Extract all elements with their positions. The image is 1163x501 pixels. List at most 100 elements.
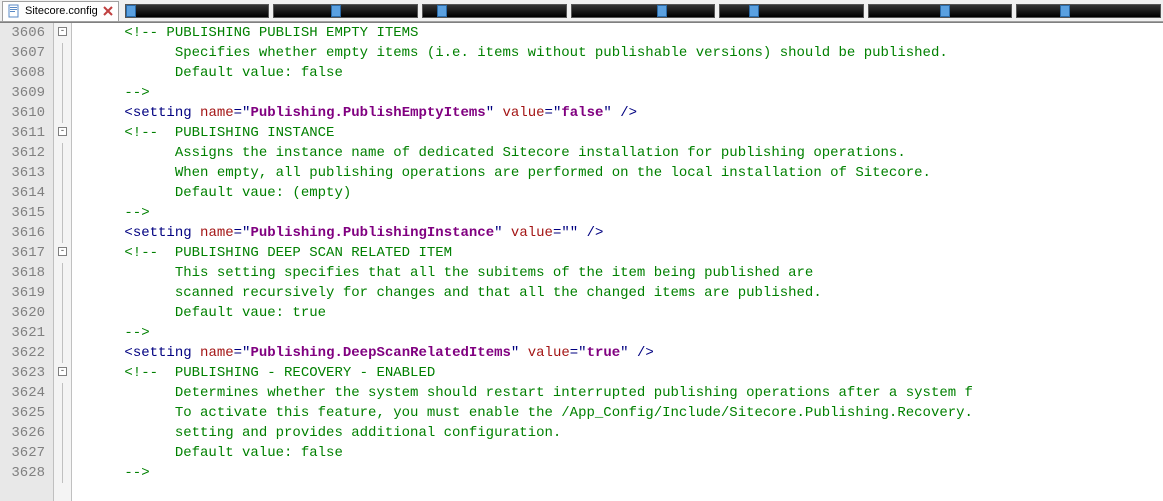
editor: 3606360736083609361036113612361336143615…	[0, 22, 1163, 501]
code-line[interactable]: -->	[74, 323, 1163, 343]
fold-guide	[62, 343, 63, 363]
tab-bar: Sitecore.config	[0, 0, 1163, 22]
code-line[interactable]: <setting name="Publishing.PublishEmptyIt…	[74, 103, 1163, 123]
file-tab[interactable]: Sitecore.config	[2, 1, 119, 21]
document-map[interactable]	[123, 1, 1163, 21]
fold-guide	[62, 403, 63, 423]
code-line[interactable]: <!-- PUBLISHING PUBLISH EMPTY ITEMS	[74, 23, 1163, 43]
fold-marker	[54, 203, 71, 223]
tab-filename: Sitecore.config	[25, 5, 98, 17]
line-number: 3611	[0, 123, 45, 143]
line-number: 3615	[0, 203, 45, 223]
code-line[interactable]: -->	[74, 83, 1163, 103]
line-number: 3617	[0, 243, 45, 263]
line-number: 3609	[0, 83, 45, 103]
line-number: 3618	[0, 263, 45, 283]
line-number: 3606	[0, 23, 45, 43]
line-number: 3610	[0, 103, 45, 123]
code-line[interactable]: setting and provides additional configur…	[74, 423, 1163, 443]
code-line[interactable]: scanned recursively for changes and that…	[74, 283, 1163, 303]
code-line[interactable]: To activate this feature, you must enabl…	[74, 403, 1163, 423]
fold-marker	[54, 343, 71, 363]
line-number: 3621	[0, 323, 45, 343]
line-number: 3614	[0, 183, 45, 203]
line-number: 3612	[0, 143, 45, 163]
line-number: 3619	[0, 283, 45, 303]
fold-marker	[54, 443, 71, 463]
line-number: 3626	[0, 423, 45, 443]
fold-marker[interactable]: -	[54, 123, 71, 143]
fold-marker	[54, 463, 71, 483]
fold-marker	[54, 263, 71, 283]
fold-guide	[62, 163, 63, 183]
fold-marker	[54, 163, 71, 183]
file-icon	[7, 4, 21, 18]
fold-collapse-icon[interactable]: -	[58, 367, 67, 376]
code-line[interactable]: <!-- PUBLISHING INSTANCE	[74, 123, 1163, 143]
fold-guide	[62, 223, 63, 243]
code-line[interactable]: <!-- PUBLISHING - RECOVERY - ENABLED	[74, 363, 1163, 383]
fold-marker	[54, 303, 71, 323]
fold-marker	[54, 183, 71, 203]
fold-guide	[62, 423, 63, 443]
fold-collapse-icon[interactable]: -	[58, 247, 67, 256]
fold-guide	[62, 183, 63, 203]
fold-marker	[54, 103, 71, 123]
fold-marker	[54, 323, 71, 343]
fold-marker	[54, 63, 71, 83]
code-line[interactable]: Default value: false	[74, 443, 1163, 463]
code-line[interactable]: When empty, all publishing operations ar…	[74, 163, 1163, 183]
fold-marker[interactable]: -	[54, 23, 71, 43]
line-number: 3624	[0, 383, 45, 403]
fold-guide	[62, 83, 63, 103]
fold-guide	[62, 323, 63, 343]
code-line[interactable]: -->	[74, 203, 1163, 223]
code-line[interactable]: Determines whether the system should res…	[74, 383, 1163, 403]
line-number: 3622	[0, 343, 45, 363]
fold-guide	[62, 63, 63, 83]
code-area[interactable]: <!-- PUBLISHING PUBLISH EMPTY ITEMS Spec…	[72, 23, 1163, 501]
fold-marker	[54, 223, 71, 243]
fold-guide	[62, 103, 63, 123]
fold-marker	[54, 283, 71, 303]
code-line[interactable]: Default vaue: true	[74, 303, 1163, 323]
fold-guide	[62, 463, 63, 483]
fold-marker	[54, 383, 71, 403]
line-number: 3628	[0, 463, 45, 483]
fold-guide	[62, 43, 63, 63]
line-number: 3608	[0, 63, 45, 83]
code-line[interactable]: Specifies whether empty items (i.e. item…	[74, 43, 1163, 63]
fold-guide	[62, 263, 63, 283]
fold-gutter: - - - -	[54, 23, 72, 501]
code-line[interactable]: <!-- PUBLISHING DEEP SCAN RELATED ITEM	[74, 243, 1163, 263]
code-line[interactable]: -->	[74, 463, 1163, 483]
fold-guide	[62, 303, 63, 323]
code-line[interactable]: This setting specifies that all the subi…	[74, 263, 1163, 283]
fold-guide	[62, 443, 63, 463]
code-line[interactable]: <setting name="Publishing.DeepScanRelate…	[74, 343, 1163, 363]
code-line[interactable]: Default value: false	[74, 63, 1163, 83]
fold-marker	[54, 43, 71, 63]
fold-marker	[54, 143, 71, 163]
fold-guide	[62, 283, 63, 303]
fold-guide	[62, 143, 63, 163]
fold-marker	[54, 403, 71, 423]
line-number: 3607	[0, 43, 45, 63]
fold-guide	[62, 383, 63, 403]
code-line[interactable]: Assigns the instance name of dedicated S…	[74, 143, 1163, 163]
line-number: 3627	[0, 443, 45, 463]
line-number: 3616	[0, 223, 45, 243]
code-line[interactable]: <setting name="Publishing.PublishingInst…	[74, 223, 1163, 243]
fold-collapse-icon[interactable]: -	[58, 27, 67, 36]
fold-marker	[54, 423, 71, 443]
close-icon[interactable]	[102, 5, 114, 17]
code-line[interactable]: Default vaue: (empty)	[74, 183, 1163, 203]
line-number: 3620	[0, 303, 45, 323]
fold-marker[interactable]: -	[54, 363, 71, 383]
line-number: 3625	[0, 403, 45, 423]
fold-collapse-icon[interactable]: -	[58, 127, 67, 136]
fold-marker[interactable]: -	[54, 243, 71, 263]
fold-guide	[62, 203, 63, 223]
line-number-gutter: 3606360736083609361036113612361336143615…	[0, 23, 54, 501]
fold-marker	[54, 83, 71, 103]
